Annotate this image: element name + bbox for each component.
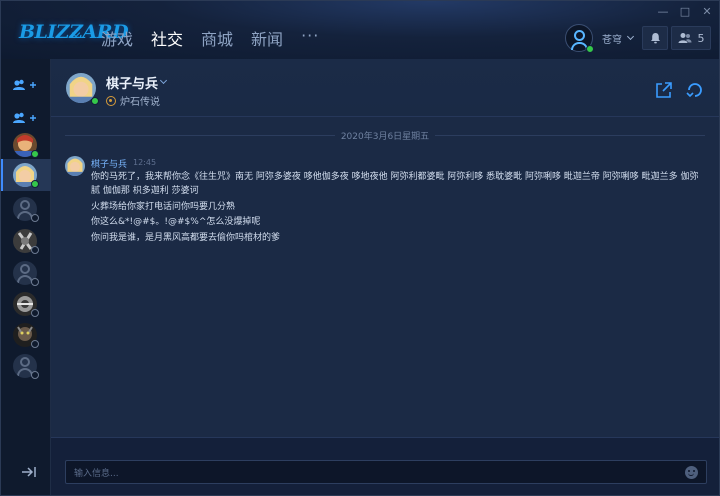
minimize-icon[interactable]: —: [657, 5, 669, 18]
close-icon[interactable]: ✕: [701, 5, 713, 18]
nav-item-social[interactable]: 社交: [151, 26, 183, 50]
online-status-icon: [31, 150, 39, 158]
message-list: 2020年3月6日星期五 棋子与兵 12:45 你的马死了，我来帮你念《往生咒》…: [51, 117, 719, 437]
nav-item-news[interactable]: 新闻: [251, 26, 283, 50]
offline-status-icon: [31, 246, 39, 254]
nav-item-games[interactable]: 游戏: [101, 26, 133, 50]
maximize-icon[interactable]: □: [679, 5, 691, 18]
top-bar: BLIZZARD 游戏 社交 商城 新闻 ··· — □ ✕ 苍穹 5: [1, 1, 719, 59]
add-friend-icon: [13, 79, 36, 90]
offline-status-icon: [31, 340, 39, 348]
message-author[interactable]: 棋子与兵: [91, 157, 127, 170]
offline-status-icon: [31, 278, 39, 286]
message-input-box: [65, 460, 707, 485]
create-group-button[interactable]: [12, 112, 42, 124]
friends-icon: [678, 33, 691, 43]
group-add-icon: [13, 112, 36, 123]
user-name: 苍穹: [602, 34, 622, 46]
main-nav: 游戏 社交 商城 新闻 ···: [101, 26, 319, 50]
chevron-down-icon: [626, 32, 635, 41]
friends-count: 5: [697, 31, 705, 45]
game-name: 炉石传说: [120, 97, 160, 108]
date-divider: 2020年3月6日星期五: [65, 129, 705, 142]
message-line: 你的马死了，我来帮你念《往生咒》南无 阿弥多婆夜 哆他伽多夜 哆地夜他 阿弥利都…: [91, 172, 699, 196]
add-friend-button[interactable]: [12, 79, 42, 91]
user-menu[interactable]: 苍穹: [565, 24, 640, 53]
notifications-button[interactable]: [642, 26, 668, 50]
message-line: 火葬场给你家打电话问你吗要几分熟: [91, 201, 236, 212]
friends-button[interactable]: 5: [671, 26, 711, 50]
conversation-rail: [1, 59, 51, 495]
offline-status-icon: [31, 214, 39, 222]
message-body: 你的马死了，我来帮你念《往生咒》南无 阿弥多婆夜 哆他伽多夜 哆地夜他 阿弥利都…: [91, 170, 706, 246]
emoji-icon[interactable]: [685, 466, 698, 479]
message-time: 12:45: [133, 158, 157, 167]
chat-actions: [655, 81, 705, 99]
nav-item-shop[interactable]: 商城: [201, 26, 233, 50]
chevron-down-icon[interactable]: [159, 76, 168, 85]
online-status-icon: [586, 45, 594, 53]
offline-status-icon: [31, 371, 39, 379]
contact-name[interactable]: 棋子与兵: [106, 73, 158, 92]
user-avatar-icon: [565, 24, 594, 53]
online-status-icon: [31, 180, 39, 188]
message-input[interactable]: [66, 463, 666, 485]
bell-icon: [650, 33, 660, 44]
date-label: 2020年3月6日星期五: [340, 132, 430, 142]
message-avatar[interactable]: [65, 156, 85, 176]
offline-status-icon: [31, 309, 39, 317]
window-controls: — □ ✕: [657, 5, 713, 18]
chat-header: 棋子与兵 炉石传说: [51, 59, 719, 117]
battlenet-window: BLIZZARD 游戏 社交 商城 新闻 ··· — □ ✕ 苍穹 5 棋子与兵…: [0, 0, 720, 496]
message-line: 你问我是谁，是月黑风高都要去偷你吗棺材的爹: [91, 232, 281, 243]
nav-more-button[interactable]: ···: [301, 26, 319, 50]
pop-out-icon[interactable]: [655, 81, 673, 99]
collapse-sidebar-icon[interactable]: [21, 466, 37, 478]
composer: [51, 437, 719, 495]
message-line: 你这么&*!@#$。!@#$%^怎么没爆掉呢: [91, 217, 261, 227]
online-status-icon: [91, 97, 99, 105]
hearthstone-icon: [106, 95, 116, 106]
voice-call-icon[interactable]: [685, 81, 705, 99]
contact-game-status: 炉石传说: [106, 93, 160, 108]
